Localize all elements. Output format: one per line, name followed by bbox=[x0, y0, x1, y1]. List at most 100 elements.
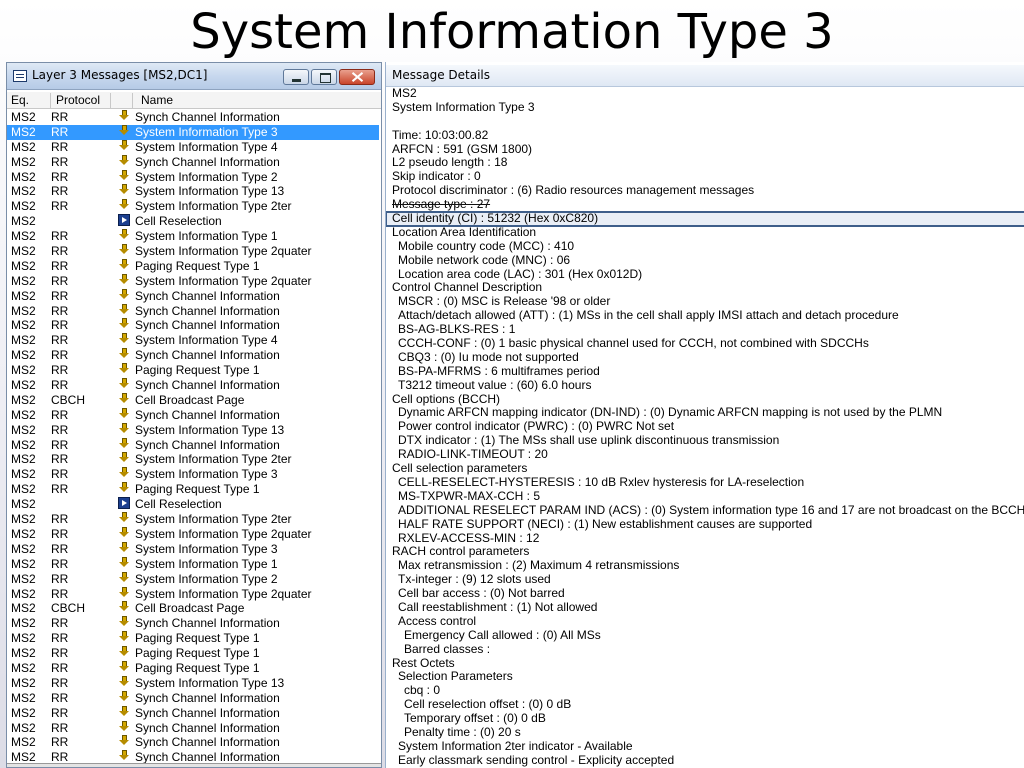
detail-line[interactable]: MSCR : (0) MSC is Release '98 or older bbox=[386, 294, 1024, 309]
detail-line[interactable]: Early classmark sending control - Explic… bbox=[386, 753, 1024, 768]
detail-line[interactable]: Barred classes : bbox=[386, 642, 1024, 657]
table-row[interactable]: MS2 RR Synch Channel Information bbox=[7, 735, 381, 750]
detail-line[interactable]: CELL-RESELECT-HYSTERESIS : 10 dB Rxlev h… bbox=[386, 475, 1024, 490]
table-row[interactable]: MS2 RR System Information Type 4 bbox=[7, 139, 381, 155]
detail-line[interactable]: Call reestablishment : (1) Not allowed bbox=[386, 600, 1024, 615]
detail-line[interactable]: Cell options (BCCH) bbox=[386, 392, 1024, 407]
detail-line[interactable]: CBQ3 : (0) Iu mode not supported bbox=[386, 350, 1024, 365]
table-row[interactable]: MS2 RR Paging Request Type 1 bbox=[7, 258, 381, 274]
column-header-name[interactable]: Name bbox=[133, 93, 381, 108]
detail-line[interactable]: BS-AG-BLKS-RES : 1 bbox=[386, 322, 1024, 337]
table-row[interactable]: MS2 RR Synch Channel Information bbox=[7, 437, 381, 453]
table-row[interactable]: MS2 RR Synch Channel Information bbox=[7, 303, 381, 319]
table-row[interactable]: MS2 RR Paging Request Type 1 bbox=[7, 660, 381, 676]
table-row[interactable]: MS2 RR System Information Type 3 bbox=[7, 541, 381, 557]
table-row[interactable]: MS2 RR System Information Type 2ter bbox=[7, 199, 381, 214]
detail-line[interactable]: Location Area Identification bbox=[386, 225, 1024, 240]
detail-line[interactable]: RACH control parameters bbox=[386, 544, 1024, 559]
detail-line[interactable]: ARFCN : 591 (GSM 1800) bbox=[386, 142, 1024, 157]
detail-line[interactable]: Time: 10:03:00.82 bbox=[386, 128, 1024, 143]
detail-line[interactable]: ADDITIONAL RESELECT PARAM IND (ACS) : (0… bbox=[386, 503, 1024, 518]
detail-line[interactable]: Power control indicator (PWRC) : (0) PWR… bbox=[386, 419, 1024, 434]
table-row[interactable]: MS2 RR Synch Channel Information bbox=[7, 750, 381, 763]
table-row[interactable]: MS2 RR System Information Type 2quater bbox=[7, 244, 381, 259]
table-row[interactable]: MS2 RR Synch Channel Information bbox=[7, 348, 381, 363]
table-row[interactable]: MS2 RR Synch Channel Information bbox=[7, 154, 381, 170]
message-details-body[interactable]: MS2 System Information Type 3 Time: 10:03:… bbox=[386, 87, 1024, 768]
column-header-eq[interactable]: Eq. bbox=[7, 93, 51, 108]
detail-line[interactable]: Max retransmission : (2) Maximum 4 retra… bbox=[386, 558, 1024, 573]
message-list[interactable]: MS2 RR Synch Channel Information MS2 RR Syste… bbox=[7, 110, 381, 763]
detail-line[interactable]: MS2 bbox=[386, 87, 1024, 101]
detail-line[interactable]: System Information Type 3 bbox=[386, 100, 1024, 115]
detail-line[interactable]: Selection Parameters bbox=[386, 670, 1024, 684]
table-row[interactable]: MS2 RR System Information Type 4 bbox=[7, 333, 381, 348]
table-row[interactable]: MS2 Cell Reselection bbox=[7, 497, 381, 512]
table-row[interactable]: MS2 RR Paging Request Type 1 bbox=[7, 363, 381, 378]
detail-line[interactable]: Control Channel Description bbox=[386, 281, 1024, 295]
maximize-button[interactable] bbox=[311, 69, 337, 85]
table-row[interactable]: MS2 RR System Information Type 13 bbox=[7, 184, 381, 199]
detail-line[interactable]: Cell bar access : (0) Not barred bbox=[386, 586, 1024, 601]
detail-line[interactable]: Mobile country code (MCC) : 410 bbox=[386, 239, 1024, 254]
minimize-button[interactable] bbox=[283, 69, 309, 85]
table-row[interactable]: MS2 RR Paging Request Type 1 bbox=[7, 482, 381, 497]
detail-line[interactable]: Skip indicator : 0 bbox=[386, 169, 1024, 184]
table-row[interactable]: MS2 RR Synch Channel Information bbox=[7, 705, 381, 721]
table-row[interactable]: MS2 RR System Information Type 3 bbox=[7, 124, 379, 140]
detail-line[interactable]: CCCH-CONF : (0) 1 basic physical channel… bbox=[386, 336, 1024, 351]
detail-line[interactable]: System Information 2ter indicator - Avai… bbox=[386, 739, 1024, 754]
table-row[interactable]: MS2 Cell Reselection bbox=[7, 214, 381, 229]
detail-line[interactable]: Tx-integer : (9) 12 slots used bbox=[386, 572, 1024, 587]
table-row[interactable]: MS2 CBCH Cell Broadcast Page bbox=[7, 601, 381, 616]
table-row[interactable]: MS2 RR Synch Channel Information bbox=[7, 288, 381, 304]
detail-line[interactable]: RXLEV-ACCESS-MIN : 12 bbox=[386, 531, 1024, 546]
table-row[interactable]: MS2 RR Synch Channel Information bbox=[7, 318, 381, 333]
detail-line[interactable]: L2 pseudo length : 18 bbox=[386, 156, 1024, 170]
detail-line[interactable]: cbq : 0 bbox=[386, 683, 1024, 698]
detail-line[interactable] bbox=[386, 115, 1024, 129]
table-row[interactable]: MS2 RR Paging Request Type 1 bbox=[7, 646, 381, 661]
column-header-protocol[interactable]: Protocol bbox=[51, 93, 111, 108]
detail-line[interactable]: Access control bbox=[386, 614, 1024, 629]
table-row[interactable]: MS2 RR System Information Type 2quater bbox=[7, 273, 381, 289]
detail-line[interactable]: BS-PA-MFRMS : 6 multiframes period bbox=[386, 364, 1024, 379]
detail-line[interactable]: Protocol discriminator : (6) Radio resou… bbox=[386, 183, 1024, 198]
detail-line[interactable]: Emergency Call allowed : (0) All MSs bbox=[386, 628, 1024, 643]
table-row[interactable]: MS2 RR System Information Type 2 bbox=[7, 169, 381, 185]
detail-line[interactable]: Penalty time : (0) 20 s bbox=[386, 725, 1024, 740]
table-row[interactable]: MS2 RR System Information Type 13 bbox=[7, 675, 381, 691]
table-row[interactable]: MS2 RR System Information Type 3 bbox=[7, 467, 381, 482]
table-row[interactable]: MS2 RR System Information Type 2ter bbox=[7, 452, 381, 467]
window-titlebar[interactable]: Layer 3 Messages [MS2,DC1] bbox=[7, 63, 381, 90]
table-row[interactable]: MS2 RR System Information Type 2ter bbox=[7, 512, 381, 527]
detail-line[interactable]: Attach/detach allowed (ATT) : (1) MSs in… bbox=[386, 308, 1024, 323]
table-row[interactable]: MS2 RR Synch Channel Information bbox=[7, 110, 381, 125]
detail-line[interactable]: Cell selection parameters bbox=[386, 461, 1024, 476]
table-row[interactable]: MS2 RR Synch Channel Information bbox=[7, 720, 381, 736]
column-header-direction[interactable] bbox=[111, 93, 133, 108]
detail-line-highlighted[interactable]: Cell identity (CI) : 51232 (Hex 0xC820) bbox=[386, 211, 1024, 227]
table-row[interactable]: MS2 RR Synch Channel Information bbox=[7, 407, 381, 423]
detail-line[interactable]: Location area code (LAC) : 301 (Hex 0x01… bbox=[386, 267, 1024, 282]
table-row[interactable]: MS2 RR System Information Type 13 bbox=[7, 422, 381, 438]
close-button[interactable] bbox=[339, 69, 375, 85]
detail-line[interactable]: Rest Octets bbox=[386, 656, 1024, 671]
bottom-tab-strip[interactable] bbox=[7, 763, 381, 767]
detail-line[interactable]: Dynamic ARFCN mapping indicator (DN-IND)… bbox=[386, 406, 1024, 420]
detail-line[interactable]: Message type : 27 bbox=[386, 197, 1024, 212]
table-row[interactable]: MS2 RR Synch Channel Information bbox=[7, 616, 381, 631]
table-row[interactable]: MS2 RR System Information Type 2quater bbox=[7, 586, 381, 602]
table-row[interactable]: MS2 RR System Information Type 2 bbox=[7, 571, 381, 587]
detail-line[interactable]: RADIO-LINK-TIMEOUT : 20 bbox=[386, 447, 1024, 462]
table-row[interactable]: MS2 RR Synch Channel Information bbox=[7, 378, 381, 393]
detail-line[interactable]: T3212 timeout value : (60) 6.0 hours bbox=[386, 378, 1024, 393]
detail-line[interactable]: MS-TXPWR-MAX-CCH : 5 bbox=[386, 489, 1024, 504]
detail-line[interactable]: HALF RATE SUPPORT (NECI) : (1) New estab… bbox=[386, 517, 1024, 532]
table-row[interactable]: MS2 RR System Information Type 1 bbox=[7, 229, 381, 244]
table-row[interactable]: MS2 RR System Information Type 2quater bbox=[7, 526, 381, 542]
table-row[interactable]: MS2 RR Synch Channel Information bbox=[7, 690, 381, 706]
table-row[interactable]: MS2 RR System Information Type 1 bbox=[7, 556, 381, 572]
detail-line[interactable]: Temporary offset : (0) 0 dB bbox=[386, 711, 1024, 726]
table-row[interactable]: MS2 CBCH Cell Broadcast Page bbox=[7, 392, 381, 408]
